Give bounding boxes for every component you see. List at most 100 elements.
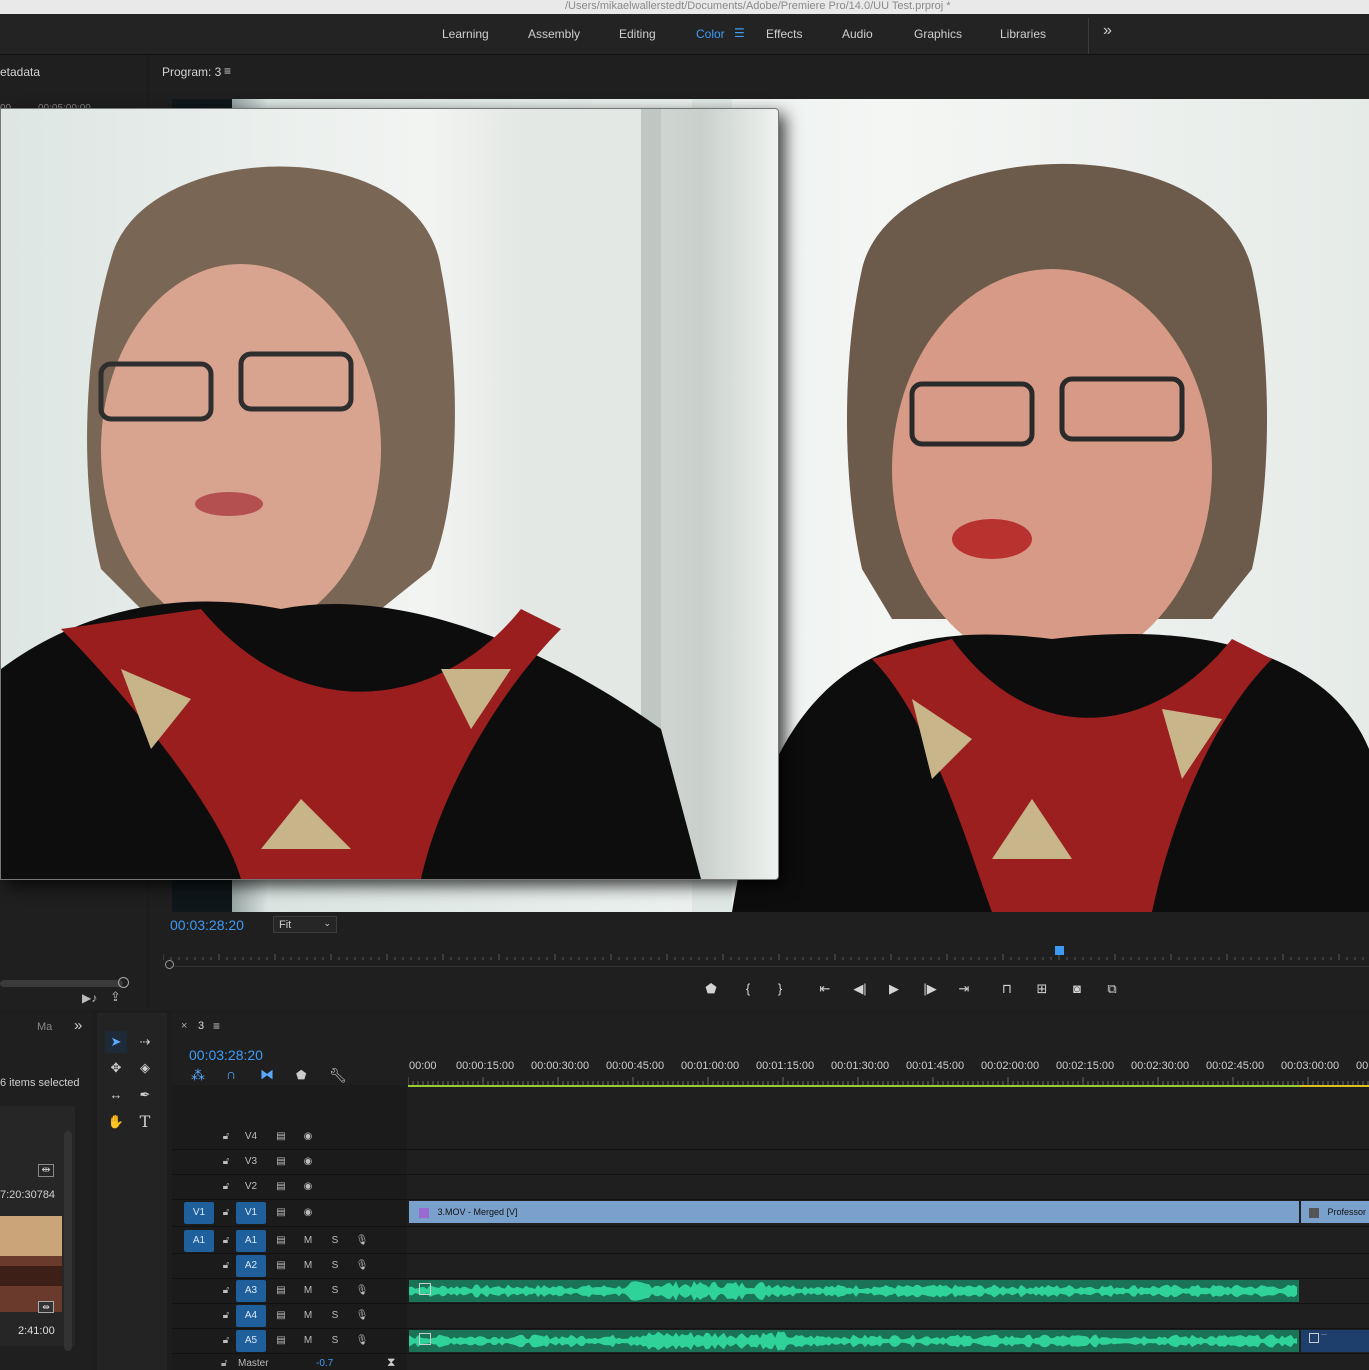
workspace-tab-audio[interactable]: Audio: [842, 27, 873, 41]
lock-icon[interactable]: 🔓︎: [218, 1333, 234, 1349]
lock-icon[interactable]: 🔓︎: [218, 1154, 234, 1170]
sync-lock-icon[interactable]: ▤: [273, 1129, 289, 1145]
workspace-tab-effects[interactable]: Effects: [766, 27, 802, 41]
workspace-tab-libraries[interactable]: Libraries: [1000, 27, 1046, 41]
program-playhead-timecode[interactable]: 00:03:28:20: [170, 917, 244, 933]
source-patch-a1[interactable]: A1: [184, 1230, 214, 1252]
timeline-playhead-timecode[interactable]: 00:03:28:20: [189, 1047, 263, 1063]
extract-icon[interactable]: ⊞: [1033, 980, 1051, 998]
play-icon[interactable]: ▶: [885, 980, 903, 998]
lock-icon[interactable]: 🔓︎: [218, 1129, 234, 1145]
go-to-in-icon[interactable]: ⇤: [816, 980, 834, 998]
master-volume-value[interactable]: -0.7: [316, 1358, 333, 1369]
type-tool-icon[interactable]: T: [134, 1111, 156, 1133]
track-v4[interactable]: 🔓︎ V4 ▤ ◉: [172, 1125, 1369, 1150]
sync-lock-icon[interactable]: ▤: [273, 1333, 289, 1349]
workspace-tab-editing[interactable]: Editing: [619, 27, 656, 41]
workspace-menu-icon[interactable]: ☰: [734, 26, 745, 40]
step-back-icon[interactable]: ◀|: [851, 980, 869, 998]
razor-tool-icon[interactable]: ◈: [134, 1057, 156, 1079]
scrub-zoom-handle[interactable]: [165, 960, 174, 969]
project-tab-media[interactable]: Ma: [37, 1021, 52, 1033]
solo-button[interactable]: S: [327, 1233, 343, 1249]
sequence-tab[interactable]: 3: [198, 1020, 204, 1032]
mark-in-icon[interactable]: {: [739, 980, 757, 998]
add-marker-timeline-icon[interactable]: ⬟: [296, 1068, 306, 1082]
track-v2[interactable]: 🔓︎ V2 ▤ ◉: [172, 1175, 1369, 1200]
zoom-scrollbar[interactable]: [0, 980, 123, 987]
solo-button[interactable]: S: [327, 1308, 343, 1324]
export-icon[interactable]: ⇪: [110, 989, 121, 1005]
microphone-icon[interactable]: 🎙︎: [354, 1283, 370, 1299]
program-monitor-title[interactable]: Program: 3: [162, 65, 221, 79]
mute-button[interactable]: M: [300, 1333, 316, 1349]
lock-icon[interactable]: 🔓︎: [218, 1205, 234, 1221]
track-name[interactable]: A1: [236, 1230, 266, 1252]
microphone-icon[interactable]: 🎙︎: [354, 1258, 370, 1274]
track-name[interactable]: A2: [236, 1255, 266, 1277]
track-name[interactable]: V3: [236, 1151, 266, 1173]
export-frame-camera-icon[interactable]: ◙: [1068, 980, 1086, 998]
lock-icon[interactable]: 🔓︎: [218, 1233, 234, 1249]
video-clip[interactable]: 3.MOV - Merged [V]: [409, 1201, 1299, 1223]
panel-overflow-icon[interactable]: »: [74, 1017, 82, 1034]
track-select-tool-icon[interactable]: ⇢: [134, 1031, 156, 1053]
workspace-tab-graphics[interactable]: Graphics: [914, 27, 962, 41]
mute-button[interactable]: M: [300, 1283, 316, 1299]
mark-out-icon[interactable]: }: [771, 980, 789, 998]
mute-button[interactable]: M: [300, 1258, 316, 1274]
lift-icon[interactable]: ⊓: [998, 980, 1016, 998]
scrub-bar[interactable]: [170, 966, 1369, 967]
pen-tool-icon[interactable]: ✒: [134, 1084, 156, 1106]
track-name[interactable]: A5: [236, 1330, 266, 1352]
track-a1[interactable]: A1 🔓︎ A1 ▤ M S 🎙︎: [172, 1229, 1369, 1254]
sync-lock-icon[interactable]: ▤: [273, 1283, 289, 1299]
project-scrollbar[interactable]: [64, 1131, 72, 1351]
sync-lock-icon[interactable]: ▤: [273, 1258, 289, 1274]
insert-icon[interactable]: ▶♪: [82, 991, 97, 1005]
close-sequence-icon[interactable]: ×: [181, 1020, 187, 1032]
add-marker-icon[interactable]: ⬟: [702, 980, 720, 998]
ripple-edit-tool-icon[interactable]: ✥: [105, 1057, 127, 1079]
eye-icon[interactable]: ◉: [300, 1179, 316, 1195]
program-time-ruler[interactable]: [163, 946, 1369, 960]
track-name[interactable]: V4: [236, 1126, 266, 1148]
audio-clip-next[interactable]: ...: [1301, 1330, 1369, 1352]
workspace-overflow-icon[interactable]: »: [1103, 22, 1112, 40]
sync-lock-icon[interactable]: ▤: [273, 1179, 289, 1195]
nest-sequence-icon[interactable]: ⁂: [191, 1067, 205, 1084]
workspace-tab-assembly[interactable]: Assembly: [528, 27, 580, 41]
microphone-icon[interactable]: 🎙︎: [354, 1233, 370, 1249]
track-v3[interactable]: 🔓︎ V3 ▤ ◉: [172, 1150, 1369, 1175]
reference-video-frame[interactable]: [0, 108, 779, 880]
go-to-end-icon[interactable]: ⧗: [387, 1355, 395, 1370]
mute-button[interactable]: M: [300, 1308, 316, 1324]
solo-button[interactable]: S: [327, 1283, 343, 1299]
track-name[interactable]: V2: [236, 1176, 266, 1198]
hand-tool-icon[interactable]: ✋: [105, 1111, 127, 1133]
slip-tool-icon[interactable]: ↔: [105, 1084, 127, 1106]
program-panel-menu-icon[interactable]: ≡: [224, 64, 231, 78]
metadata-panel-title[interactable]: etadata: [0, 65, 40, 79]
lock-icon[interactable]: 🔓︎: [218, 1179, 234, 1195]
lock-icon[interactable]: 🔓︎: [218, 1308, 234, 1324]
audio-clip-a3[interactable]: [409, 1280, 1299, 1302]
sync-lock-icon[interactable]: ▤: [273, 1308, 289, 1324]
track-a4[interactable]: 🔓︎ A4 ▤ M S 🎙︎: [172, 1304, 1369, 1329]
selection-tool-icon[interactable]: ➤: [105, 1031, 127, 1053]
scroll-handle[interactable]: [118, 977, 129, 988]
sync-lock-icon[interactable]: ▤: [273, 1154, 289, 1170]
snap-magnet-icon[interactable]: ∩: [226, 1066, 236, 1082]
eye-icon[interactable]: ◉: [300, 1129, 316, 1145]
track-name[interactable]: A4: [236, 1305, 266, 1327]
go-to-out-icon[interactable]: ⇥: [955, 980, 973, 998]
wrench-settings-icon[interactable]: 🔧︎: [329, 1067, 347, 1084]
lock-icon[interactable]: 🔓︎: [221, 1358, 227, 1369]
sync-lock-icon[interactable]: ▤: [273, 1233, 289, 1249]
source-patch-v1[interactable]: V1: [184, 1202, 214, 1224]
step-forward-icon[interactable]: |▶: [921, 980, 939, 998]
solo-button[interactable]: S: [327, 1258, 343, 1274]
microphone-icon[interactable]: 🎙︎: [354, 1333, 370, 1349]
sequence-menu-icon[interactable]: ≡: [213, 1019, 220, 1033]
track-name[interactable]: A3: [236, 1280, 266, 1302]
